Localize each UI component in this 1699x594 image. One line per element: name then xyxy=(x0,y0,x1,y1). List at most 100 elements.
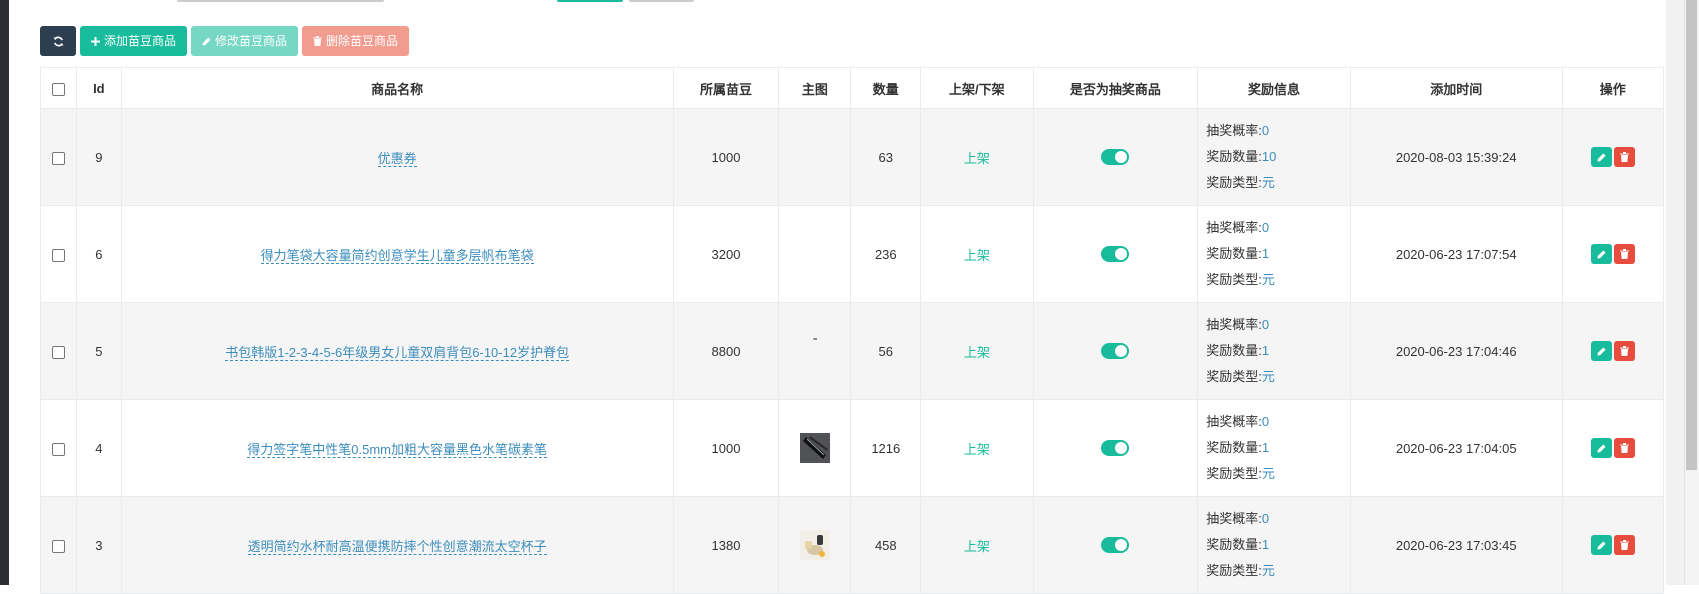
trash-icon xyxy=(1619,540,1629,550)
row-added-time: 2020-06-23 17:04:05 xyxy=(1349,399,1563,497)
column-header-lottery[interactable]: 是否为抽奖商品 xyxy=(1032,67,1199,109)
row-lottery-cell xyxy=(1032,205,1199,303)
row-image-cell xyxy=(778,108,852,206)
refresh-icon xyxy=(52,36,64,46)
product-thumbnail-backpack[interactable] xyxy=(800,338,830,346)
left-sidebar-edge xyxy=(0,0,9,585)
reward-type: 奖励类型:元 xyxy=(1206,175,1275,190)
reward-type: 奖励类型:元 xyxy=(1206,563,1275,578)
trash-icon xyxy=(1619,152,1629,162)
reward-rate: 抽奖概率:0 xyxy=(1206,414,1270,429)
add-product-button[interactable]: 添加苗豆商品 xyxy=(80,26,188,56)
row-delete-button[interactable] xyxy=(1613,341,1635,361)
select-all-checkbox[interactable] xyxy=(51,82,65,96)
row-ops-cell xyxy=(1561,205,1664,303)
row-delete-button[interactable] xyxy=(1613,244,1635,264)
product-name-link[interactable]: 透明简约水杯耐高温便携防摔个性创意潮流太空杯子 xyxy=(247,538,547,555)
table-row: 9 优惠券 1000 63 上架 抽奖概率:0 奖励数量:10 奖励类型:元 2… xyxy=(40,108,1664,206)
scrollbar-thumb[interactable] xyxy=(1686,0,1697,470)
row-edit-button[interactable] xyxy=(1590,535,1612,555)
row-reward-cell: 抽奖概率:0 奖励数量:1 奖励类型:元 xyxy=(1197,205,1351,303)
row-edit-button[interactable] xyxy=(1590,341,1612,361)
lottery-toggle[interactable] xyxy=(1101,343,1130,360)
top-button-remnant-2 xyxy=(629,0,694,2)
reward-rate: 抽奖概率:0 xyxy=(1206,317,1270,332)
column-header-quantity[interactable]: 数量 xyxy=(850,67,922,109)
product-name-link[interactable]: 优惠券 xyxy=(377,150,417,167)
row-edit-button[interactable] xyxy=(1590,438,1612,458)
row-lottery-cell xyxy=(1032,496,1199,594)
reward-type: 奖励类型:元 xyxy=(1206,272,1275,287)
row-added-time: 2020-06-23 17:03:45 xyxy=(1349,496,1563,594)
row-checkbox[interactable] xyxy=(51,345,65,359)
status-on-sale[interactable]: 上架 xyxy=(964,442,990,457)
column-header-image: 主图 xyxy=(778,67,852,109)
product-name-link[interactable]: 书包韩版1-2-3-4-5-6年级男女儿童双肩背包6-10-12岁护脊包 xyxy=(225,344,570,361)
row-status-cell: 上架 xyxy=(920,302,1034,400)
reward-rate: 抽奖概率:0 xyxy=(1206,511,1270,526)
row-delete-button[interactable] xyxy=(1613,147,1635,167)
column-header-name[interactable]: 商品名称 xyxy=(120,67,674,109)
trash-icon xyxy=(1619,346,1629,356)
row-select-cell xyxy=(40,302,77,400)
status-on-sale[interactable]: 上架 xyxy=(964,151,990,166)
row-ops-cell xyxy=(1561,302,1664,400)
main-content: 添加苗豆商品 修改苗豆商品 删除苗豆商品 Id 商品名称 所属苗豆 主图 数量 … xyxy=(9,0,1666,594)
row-lottery-cell xyxy=(1032,399,1199,497)
row-delete-button[interactable] xyxy=(1613,535,1635,555)
row-bean: 3200 xyxy=(672,205,780,303)
row-lottery-cell xyxy=(1032,108,1199,206)
column-header-bean[interactable]: 所属苗豆 xyxy=(672,67,780,109)
column-header-ops: 操作 xyxy=(1561,67,1664,109)
row-added-time: 2020-08-03 15:39:24 xyxy=(1349,108,1563,206)
select-all-cell xyxy=(40,67,77,109)
row-checkbox[interactable] xyxy=(51,248,65,262)
lottery-toggle[interactable] xyxy=(1101,537,1130,554)
row-name-cell: 优惠券 xyxy=(120,108,674,206)
row-checkbox[interactable] xyxy=(51,442,65,456)
status-on-sale[interactable]: 上架 xyxy=(964,539,990,554)
lottery-toggle[interactable] xyxy=(1101,440,1130,457)
lottery-toggle[interactable] xyxy=(1101,246,1130,263)
row-bean: 1000 xyxy=(672,108,780,206)
table-row: 6 得力笔袋大容量简约创意学生儿童多层帆布笔袋 3200 236 上架 抽奖概率… xyxy=(40,205,1664,303)
row-status-cell: 上架 xyxy=(920,399,1034,497)
product-thumbnail-cup[interactable] xyxy=(799,530,830,560)
row-lottery-cell xyxy=(1032,302,1199,400)
column-header-reward: 奖励信息 xyxy=(1197,67,1351,109)
row-checkbox[interactable] xyxy=(51,539,65,553)
product-name-link[interactable]: 得力笔袋大容量简约创意学生儿童多层帆布笔袋 xyxy=(260,247,534,264)
row-checkbox[interactable] xyxy=(51,151,65,165)
reward-type: 奖励类型:元 xyxy=(1206,466,1275,481)
status-on-sale[interactable]: 上架 xyxy=(964,345,990,360)
column-header-id[interactable]: Id xyxy=(75,67,122,109)
row-bean: 8800 xyxy=(672,302,780,400)
refresh-button[interactable] xyxy=(40,26,76,56)
row-quantity: 236 xyxy=(850,205,922,303)
row-bean: 1380 xyxy=(672,496,780,594)
row-select-cell xyxy=(40,205,77,303)
table-row: 5 书包韩版1-2-3-4-5-6年级男女儿童双肩背包6-10-12岁护脊包 8… xyxy=(40,302,1664,400)
row-delete-button[interactable] xyxy=(1613,438,1635,458)
add-product-label: 添加苗豆商品 xyxy=(104,34,177,48)
lottery-toggle[interactable] xyxy=(1101,149,1130,166)
row-edit-button[interactable] xyxy=(1590,244,1612,264)
trash-icon xyxy=(313,36,323,46)
status-on-sale[interactable]: 上架 xyxy=(964,248,990,263)
plus-icon xyxy=(91,36,100,46)
row-quantity: 56 xyxy=(850,302,922,400)
product-thumbnail-pen[interactable] xyxy=(799,433,830,463)
column-header-status[interactable]: 上架/下架 xyxy=(920,67,1034,109)
pencil-icon xyxy=(202,36,211,46)
reward-rate: 抽奖概率:0 xyxy=(1206,123,1270,138)
page-scrollbar[interactable] xyxy=(1666,0,1699,585)
row-edit-button[interactable] xyxy=(1590,147,1612,167)
product-name-link[interactable]: 得力签字笔中性笔0.5mm加粗大容量黑色水笔碳素笔 xyxy=(247,441,548,458)
row-reward-cell: 抽奖概率:0 奖励数量:1 奖励类型:元 xyxy=(1197,399,1351,497)
delete-product-button[interactable]: 删除苗豆商品 xyxy=(302,26,410,56)
row-select-cell xyxy=(40,399,77,497)
edit-product-button[interactable]: 修改苗豆商品 xyxy=(191,26,299,56)
row-name-cell: 透明简约水杯耐高温便携防摔个性创意潮流太空杯子 xyxy=(120,496,674,594)
row-reward-cell: 抽奖概率:0 奖励数量:1 奖励类型:元 xyxy=(1197,302,1351,400)
column-header-added[interactable]: 添加时间 xyxy=(1349,67,1563,109)
